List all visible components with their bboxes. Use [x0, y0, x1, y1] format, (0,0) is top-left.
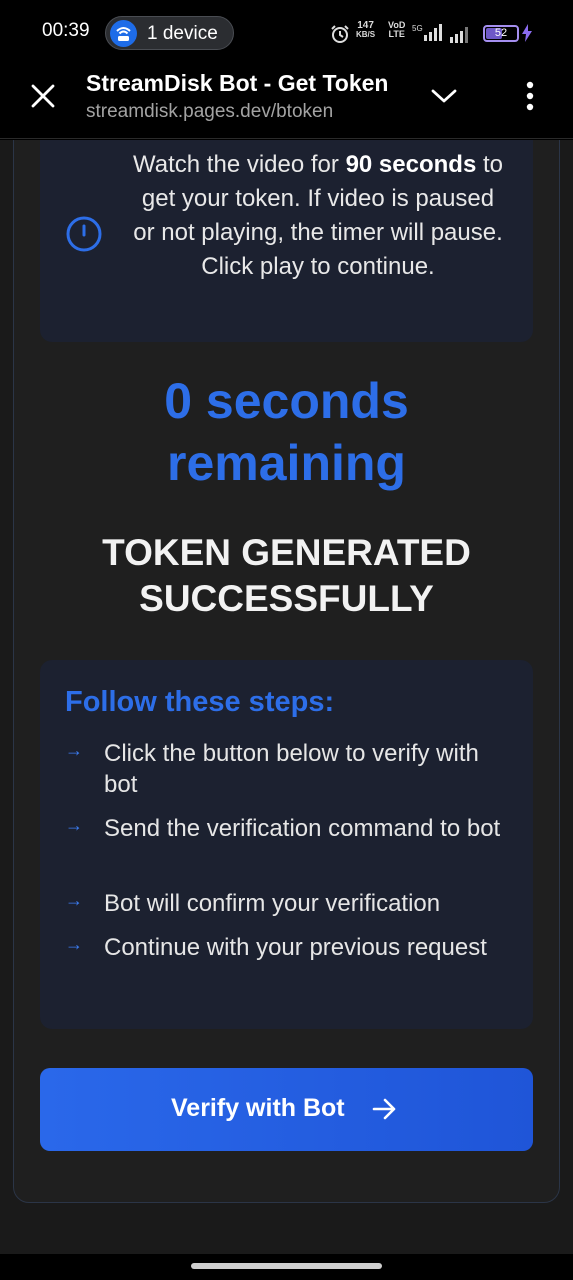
- page-url[interactable]: streamdisk.pages.dev/btoken: [86, 101, 333, 123]
- arrow-right-icon: →: [65, 815, 83, 835]
- success-line-2: SUCCESSFULLY: [139, 578, 434, 619]
- hotspot-icon: [110, 20, 137, 47]
- device-count-label: 1 device: [147, 23, 218, 44]
- net-speed: 147 KB/S: [356, 20, 376, 40]
- battery-level: 52: [494, 27, 508, 39]
- page-viewport[interactable]: Watch the video for 90 seconds to get yo…: [0, 140, 573, 1254]
- browser-toolbar: StreamDisk Bot - Get Token streamdisk.pa…: [0, 62, 573, 139]
- step-text: Continue with your previous request: [104, 934, 487, 961]
- timer-remaining-label: remaining: [167, 435, 406, 491]
- status-time: 00:39: [42, 20, 90, 41]
- success-message: TOKEN GENERATED SUCCESSFULLY: [0, 530, 573, 622]
- success-line-1: TOKEN GENERATED: [102, 532, 471, 573]
- watch-notice: Watch the video for 90 seconds to get yo…: [40, 140, 533, 342]
- alarm-icon: [330, 24, 350, 49]
- step-text: Bot will confirm your verification: [104, 890, 441, 917]
- arrow-right-icon: →: [65, 740, 83, 760]
- status-bar: 00:39 1 device 147 KB/S VoD LTE 5G 52: [0, 0, 573, 62]
- hotspot-device-pill[interactable]: 1 device: [105, 16, 234, 50]
- network-type-label: 5G: [412, 24, 423, 33]
- notice-text: Watch the video for 90 seconds to get yo…: [128, 148, 508, 284]
- step-text: Click the button below to verify with bo…: [104, 740, 479, 798]
- expand-button[interactable]: [430, 84, 458, 108]
- verify-button-label: Verify with Bot: [171, 1094, 345, 1122]
- verify-with-bot-button[interactable]: Verify with Bot: [40, 1068, 533, 1151]
- volte-indicator: VoD LTE: [388, 21, 405, 39]
- timer-seconds: 0 seconds: [164, 373, 409, 429]
- net-speed-value: 147: [357, 20, 374, 31]
- step-text: Send the verification command to bot: [104, 815, 501, 842]
- steps-title: Follow these steps:: [65, 686, 335, 718]
- net-speed-unit: KB/S: [356, 30, 376, 39]
- status-icons: 147 KB/S VoD LTE 5G 52: [330, 21, 540, 45]
- arrow-right-icon: →: [65, 890, 83, 910]
- clock-icon: [66, 216, 102, 252]
- signal-bars-icon: [450, 27, 474, 48]
- steps-panel: Follow these steps: → Click the button b…: [40, 660, 533, 1029]
- more-vert-icon: [526, 81, 534, 111]
- countdown-timer: 0 seconds remaining: [0, 370, 573, 494]
- close-icon: [31, 84, 55, 108]
- more-options-button[interactable]: [520, 79, 540, 113]
- battery-icon: 52: [483, 25, 519, 42]
- volte-bottom: LTE: [388, 29, 405, 39]
- home-gesture-handle[interactable]: [191, 1263, 382, 1269]
- notice-duration: 90 seconds: [345, 151, 477, 178]
- chevron-down-icon: [431, 89, 457, 103]
- arrow-right-icon: →: [65, 934, 83, 954]
- arrow-right-icon: [372, 1097, 398, 1126]
- close-tab-button[interactable]: [30, 83, 56, 109]
- signal-5g-icon: 5G: [412, 23, 446, 48]
- page-title: StreamDisk Bot - Get Token: [86, 70, 389, 96]
- notice-text-before: Watch the video for: [133, 151, 346, 178]
- charging-icon: [521, 24, 533, 47]
- system-nav-bar: [0, 1254, 573, 1280]
